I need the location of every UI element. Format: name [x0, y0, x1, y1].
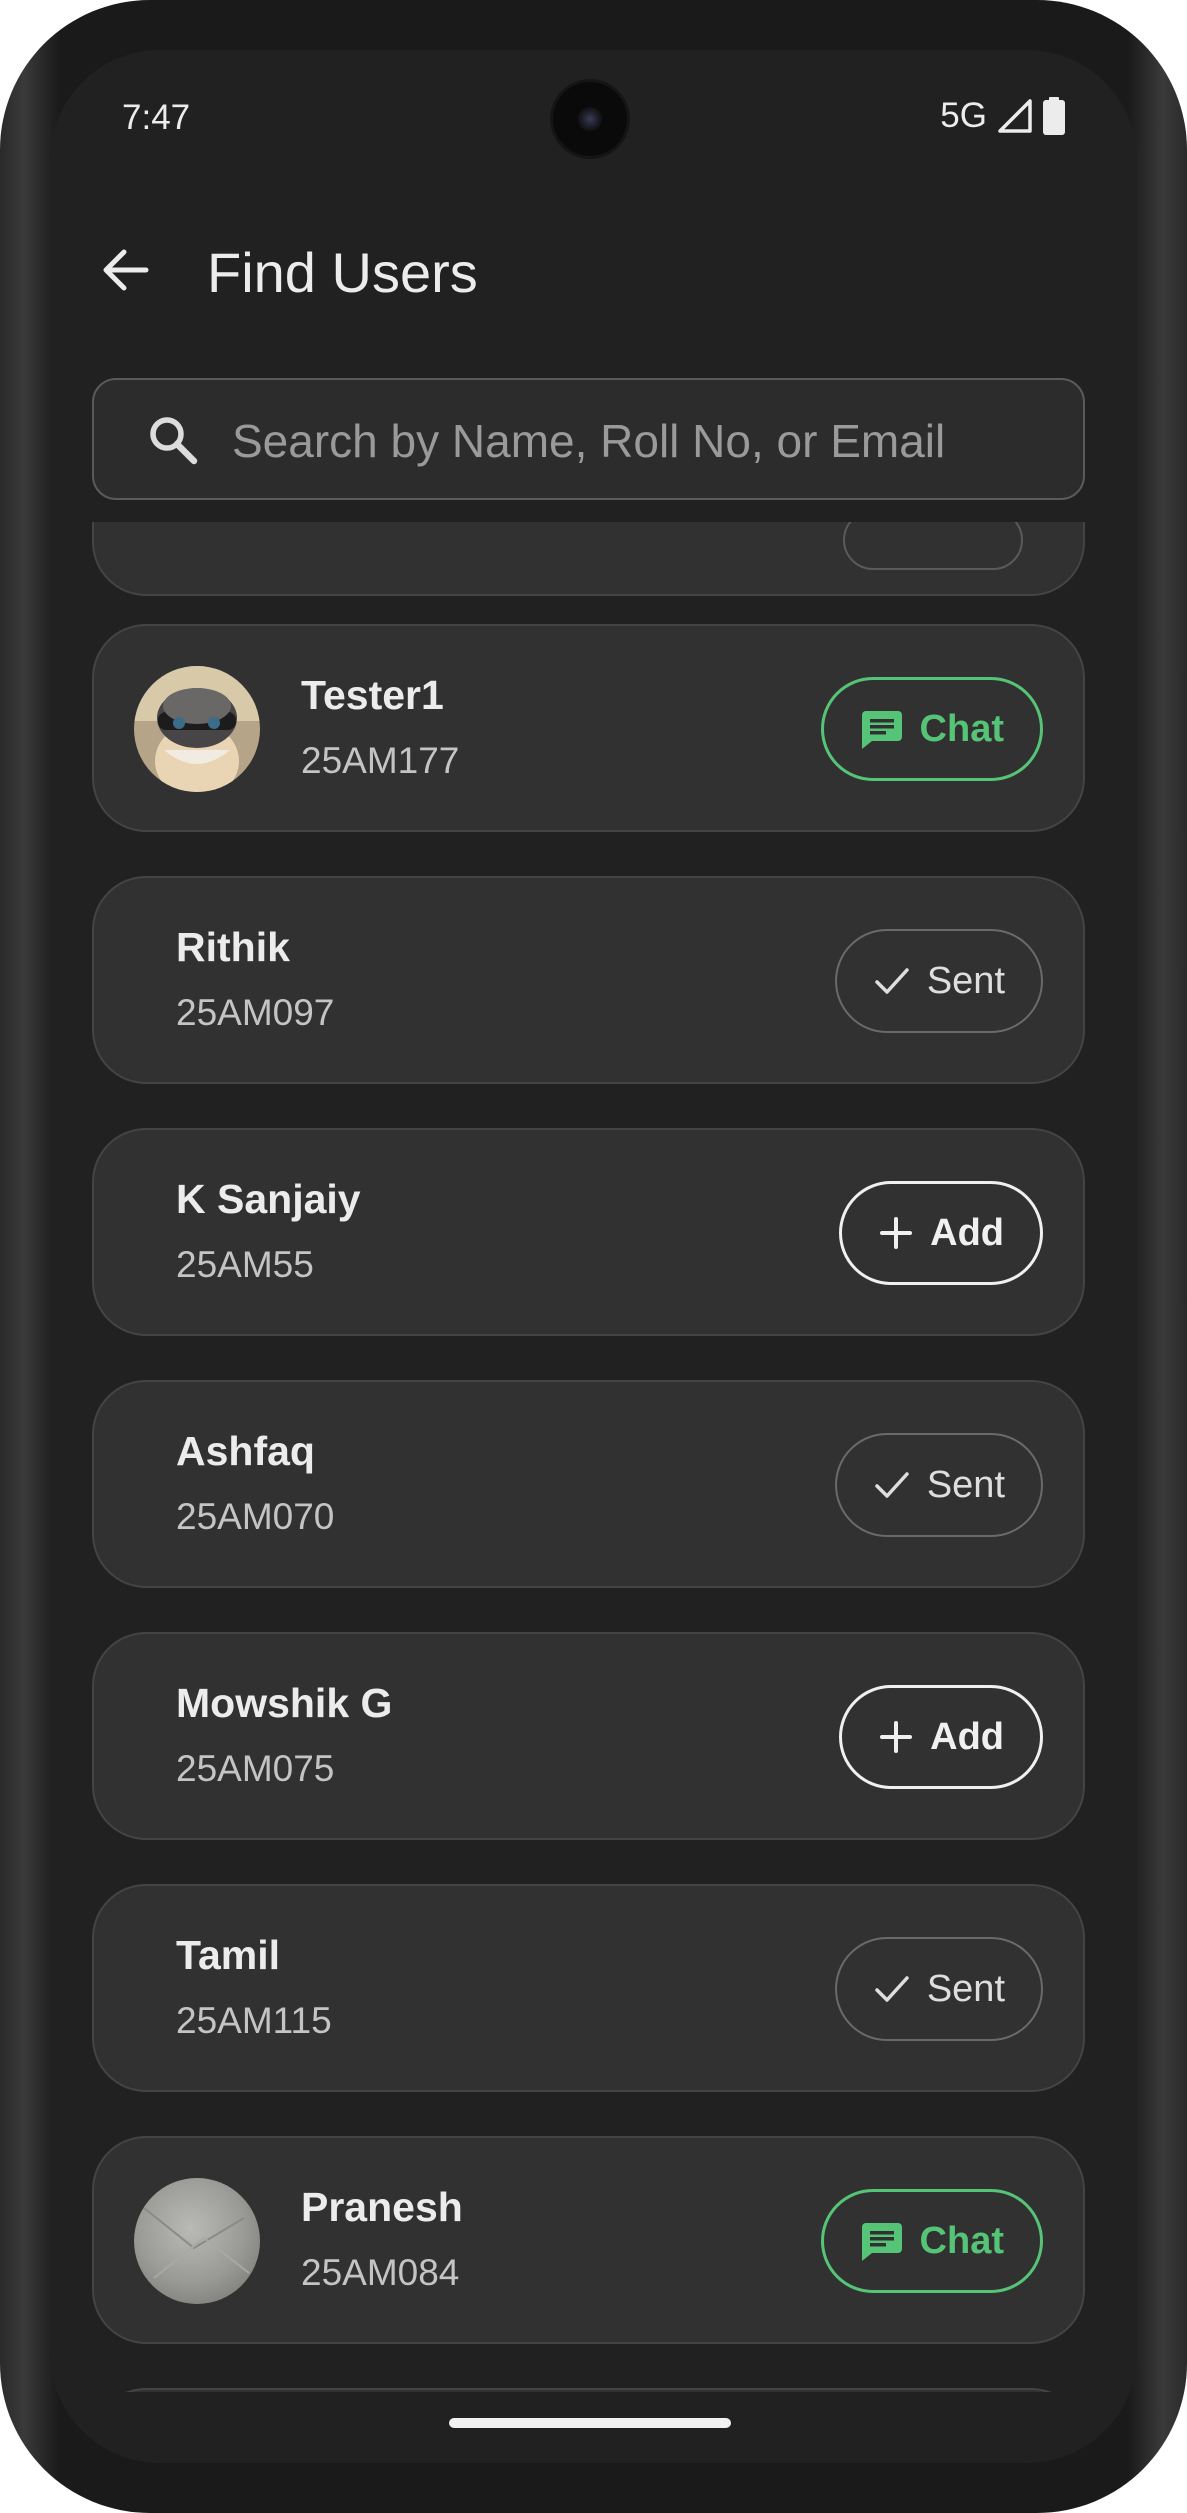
front-camera [553, 82, 627, 156]
chat-button[interactable]: Chat [820, 677, 1043, 781]
user-name: K Sanjaiy [176, 1176, 361, 1222]
plus-icon [880, 1217, 913, 1249]
status-icons: 5G [940, 96, 1065, 136]
user-card[interactable]: Pranesh 25AM084 Chat [92, 2136, 1085, 2344]
sent-button-label: Sent [926, 1463, 1005, 1506]
add-button[interactable]: Add [839, 1685, 1043, 1789]
sent-button[interactable]: Sent [834, 1433, 1043, 1537]
user-roll: 25AM084 [301, 2252, 460, 2293]
signal-icon [998, 99, 1032, 133]
plus-icon [880, 1721, 913, 1753]
user-roll: 25AM55 [176, 1244, 314, 1285]
chat-icon [861, 2223, 902, 2261]
user-roll: 25AM177 [301, 740, 460, 781]
check-icon [875, 968, 909, 994]
partial-action-button [843, 522, 1023, 570]
sent-button[interactable]: Sent [834, 1937, 1043, 2041]
user-card[interactable]: Tester1 25AM177 Chat [92, 624, 1085, 832]
network-label: 5G [940, 96, 987, 135]
home-indicator[interactable] [449, 2418, 731, 2428]
avatar [134, 2178, 260, 2304]
user-card-partial [92, 522, 1085, 596]
search-input[interactable] [230, 400, 1054, 482]
user-roll: 25AM097 [176, 992, 335, 1033]
user-card[interactable]: Rithik 25AM097 Sent [92, 876, 1085, 1084]
check-icon [875, 1472, 909, 1498]
check-icon [875, 1976, 909, 2002]
sent-button[interactable]: Sent [834, 929, 1043, 1033]
back-arrow-icon[interactable] [96, 240, 156, 300]
user-name: Tamil [176, 1932, 281, 1978]
volume-button [1183, 670, 1187, 830]
user-name: Rithik [176, 924, 290, 970]
app-screen: 7:47 5G Find Users Search by Name, Roll … [50, 50, 1137, 2463]
user-roll: 25AM075 [176, 1748, 335, 1789]
avatar-photo [134, 666, 260, 792]
user-card[interactable]: Mowshik G 25AM075 Add [92, 1632, 1085, 1840]
page-title: Find Users [207, 241, 478, 304]
chat-button-label: Chat [919, 2219, 1004, 2262]
user-roll: 25AM115 [176, 2000, 332, 2041]
search-bar[interactable] [92, 378, 1085, 500]
search-icon [150, 417, 198, 465]
add-button-label: Add [930, 1715, 1004, 1758]
chat-icon [861, 711, 902, 749]
sent-button-label: Sent [926, 1967, 1005, 2010]
chat-button[interactable]: Chat [820, 2189, 1043, 2293]
add-button[interactable]: Add [839, 1181, 1043, 1285]
user-card[interactable]: Ashfaq 25AM070 Sent [92, 1380, 1085, 1588]
user-name: Mowshik G [176, 1680, 393, 1726]
user-name: Tester1 [301, 672, 444, 718]
user-roll: 25AM070 [176, 1496, 335, 1537]
user-card[interactable]: Tamil 25AM115 Sent [92, 1884, 1085, 2092]
user-card-partial [92, 2388, 1085, 2392]
sent-button-label: Sent [926, 959, 1005, 1002]
phone-frame: 7:47 5G Find Users Search by Name, Roll … [0, 0, 1187, 2513]
chat-button-label: Chat [919, 707, 1004, 750]
user-name: Ashfaq [176, 1428, 315, 1474]
battery-icon [1043, 97, 1065, 135]
avatar [134, 666, 260, 792]
user-name: Pranesh [301, 2184, 463, 2230]
power-button [1183, 970, 1187, 1300]
user-list[interactable]: Tester1 25AM177 Chat Rithik 25AM097 Sent… [50, 522, 1137, 2392]
user-card[interactable]: K Sanjaiy 25AM55 Add [92, 1128, 1085, 1336]
add-button-label: Add [930, 1211, 1004, 1254]
avatar-photo [134, 2178, 260, 2304]
status-time: 7:47 [122, 98, 191, 137]
